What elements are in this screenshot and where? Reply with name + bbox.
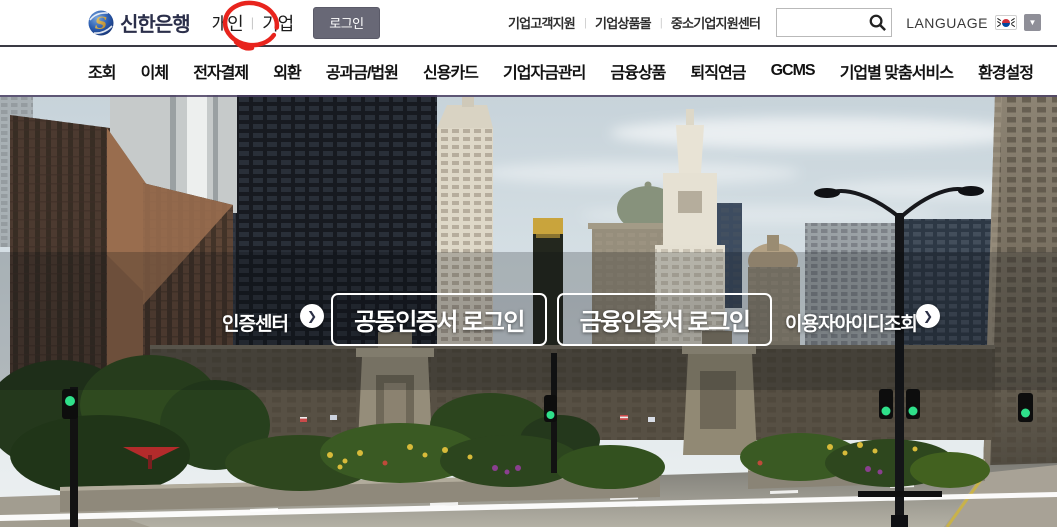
language-selector: LANGUAGE ▼ xyxy=(906,14,1041,31)
nav-item-custom-service[interactable]: 기업별 맞춤서비스 xyxy=(840,59,954,83)
nav-item-products[interactable]: 금융상품 xyxy=(611,59,667,83)
main-navigation: 조회 이체 전자결제 외환 공과금/법원 신용카드 기업자금관리 금융상품 퇴직… xyxy=(0,47,1057,95)
user-id-lookup-link[interactable]: 이용자아이디조회 xyxy=(785,309,918,336)
search-box xyxy=(776,8,893,37)
nav-item-epayment[interactable]: 전자결제 xyxy=(193,59,249,83)
cert-center-link[interactable]: 인증센터 xyxy=(222,309,289,336)
utility-link-corporate-support[interactable]: 기업고객지원 xyxy=(508,13,576,32)
hero-banner: 인증센터 ❯ 공동인증서 로그인 금융인증서 로그인 이용자아이디조회 ❯ xyxy=(0,95,1057,527)
language-dropdown-button[interactable]: ▼ xyxy=(1024,14,1041,31)
top-header: S 신한은행 개인 | 기업 로그인 기업고객지원 | 기업상품몰 | 중소기업… xyxy=(0,0,1057,51)
nav-item-utility-court[interactable]: 공과금/법원 xyxy=(326,59,399,83)
utility-link-sme-center[interactable]: 중소기업지원센터 xyxy=(671,13,761,32)
utility-separator: | xyxy=(583,16,587,29)
shinhan-globe-icon: S xyxy=(88,10,114,35)
cert-center-arrow-icon[interactable]: ❯ xyxy=(300,304,324,328)
language-label: LANGUAGE xyxy=(906,14,988,31)
nav-item-pension[interactable]: 퇴직연금 xyxy=(691,59,747,83)
chevron-down-icon: ▼ xyxy=(1028,18,1037,27)
svg-text:S: S xyxy=(95,14,107,34)
utility-link-corporate-mall[interactable]: 기업상품몰 xyxy=(595,13,652,32)
segment-separator: | xyxy=(250,15,255,30)
joint-certificate-login-button[interactable]: 공동인증서 로그인 xyxy=(331,293,547,346)
utility-links: 기업고객지원 | 기업상품몰 | 중소기업지원센터 xyxy=(508,13,761,32)
brand-name: 신한은행 xyxy=(120,14,191,36)
utility-separator: | xyxy=(659,16,663,29)
nav-item-gcms[interactable]: GCMS xyxy=(771,62,816,80)
financial-certificate-login-button[interactable]: 금융인증서 로그인 xyxy=(557,293,772,346)
nav-item-transfer[interactable]: 이체 xyxy=(141,59,169,83)
search-icon[interactable] xyxy=(868,13,887,32)
shinhan-logo[interactable]: S 신한은행 xyxy=(88,8,191,37)
korean-flag-icon xyxy=(995,15,1017,30)
shinhan-corporate-banking-page: S 신한은행 개인 | 기업 로그인 기업고객지원 | 기업상품몰 | 중소기업… xyxy=(0,0,1057,527)
nav-item-credit-card[interactable]: 신용카드 xyxy=(423,59,479,83)
nav-item-forex[interactable]: 외환 xyxy=(273,59,301,83)
user-id-lookup-arrow-icon[interactable]: ❯ xyxy=(916,304,940,328)
segment-corporate[interactable]: 기업 xyxy=(262,10,294,36)
segment-personal[interactable]: 개인 xyxy=(212,10,244,36)
nav-item-settings[interactable]: 환경설정 xyxy=(978,59,1034,83)
nav-item-inquiry[interactable]: 조회 xyxy=(88,59,116,83)
login-button[interactable]: 로그인 xyxy=(313,6,380,39)
hero-login-controls: 인증센터 ❯ 공동인증서 로그인 금융인증서 로그인 이용자아이디조회 ❯ xyxy=(0,95,1057,527)
segment-switcher: 개인 | 기업 xyxy=(212,10,295,36)
nav-item-fund-mgmt[interactable]: 기업자금관리 xyxy=(503,59,586,83)
